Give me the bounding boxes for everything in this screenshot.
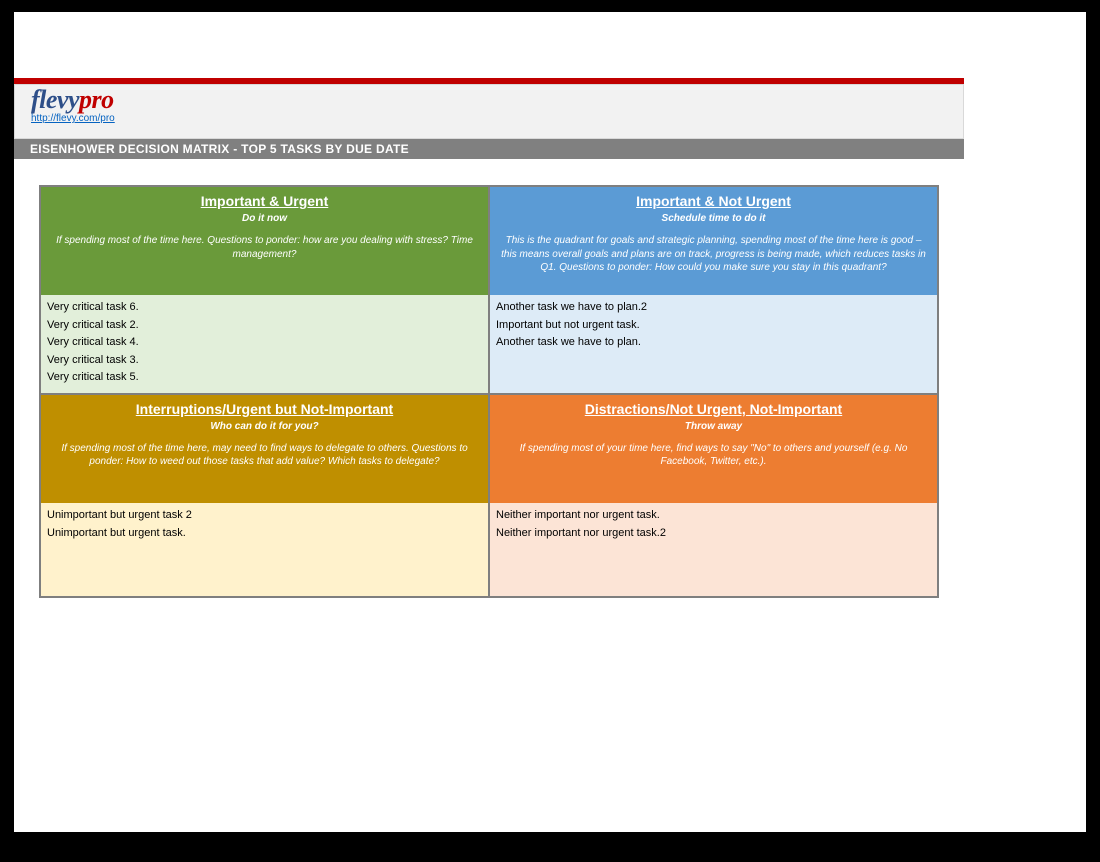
logo-url-link[interactable]: http://flevy.com/pro (31, 113, 115, 124)
q1-subtitle: Do it now (49, 213, 480, 224)
q3-body: Unimportant but urgent task 2 Unimportan… (41, 503, 488, 596)
document-page: flevypro http://flevy.com/pro EISENHOWER… (14, 12, 1086, 832)
q3-title: Interruptions/Urgent but Not-Important (49, 401, 480, 417)
quadrant-important-urgent: Important & Urgent Do it now If spending… (40, 186, 489, 394)
quadrant-distractions: Distractions/Not Urgent, Not-Important T… (489, 394, 938, 597)
q1-desc: If spending most of the time here. Quest… (49, 234, 480, 261)
list-item: Unimportant but urgent task. (45, 525, 484, 543)
q3-header: Interruptions/Urgent but Not-Important W… (41, 395, 488, 503)
list-item: Unimportant but urgent task 2 (45, 507, 484, 525)
logo-text: flevypro (31, 87, 114, 113)
list-item: Very critical task 5. (45, 369, 484, 387)
q4-title: Distractions/Not Urgent, Not-Important (498, 401, 929, 417)
q3-subtitle: Who can do it for you? (49, 421, 480, 432)
q1-title: Important & Urgent (49, 193, 480, 209)
q4-desc: If spending most of your time here, find… (498, 442, 929, 469)
list-item: Very critical task 6. (45, 299, 484, 317)
q1-header: Important & Urgent Do it now If spending… (41, 187, 488, 295)
header-band: flevypro http://flevy.com/pro (14, 84, 964, 139)
q4-body: Neither important nor urgent task. Neith… (490, 503, 937, 596)
list-item: Another task we have to plan.2 (494, 299, 933, 317)
logo-flevy: flevy (31, 85, 79, 114)
q2-title: Important & Not Urgent (498, 193, 929, 209)
q1-body: Very critical task 6. Very critical task… (41, 295, 488, 393)
quadrant-important-not-urgent: Important & Not Urgent Schedule time to … (489, 186, 938, 394)
list-item: Very critical task 2. (45, 317, 484, 335)
q2-subtitle: Schedule time to do it (498, 213, 929, 224)
q4-subtitle: Throw away (498, 421, 929, 432)
logo-block: flevypro http://flevy.com/pro (31, 87, 115, 124)
eisenhower-matrix: Important & Urgent Do it now If spending… (39, 185, 939, 598)
list-item: Another task we have to plan. (494, 334, 933, 352)
q2-header: Important & Not Urgent Schedule time to … (490, 187, 937, 295)
list-item: Very critical task 4. (45, 334, 484, 352)
list-item: Neither important nor urgent task.2 (494, 525, 933, 543)
q2-body: Another task we have to plan.2 Important… (490, 295, 937, 393)
list-item: Very critical task 3. (45, 352, 484, 370)
q4-header: Distractions/Not Urgent, Not-Important T… (490, 395, 937, 503)
list-item: Neither important nor urgent task. (494, 507, 933, 525)
quadrant-interruptions: Interruptions/Urgent but Not-Important W… (40, 394, 489, 597)
list-item: Important but not urgent task. (494, 317, 933, 335)
logo-pro: pro (79, 85, 114, 114)
title-bar: EISENHOWER DECISION MATRIX - TOP 5 TASKS… (14, 139, 964, 159)
q2-desc: This is the quadrant for goals and strat… (498, 234, 929, 275)
q3-desc: If spending most of the time here, may n… (49, 442, 480, 469)
page-title: EISENHOWER DECISION MATRIX - TOP 5 TASKS… (30, 142, 409, 156)
